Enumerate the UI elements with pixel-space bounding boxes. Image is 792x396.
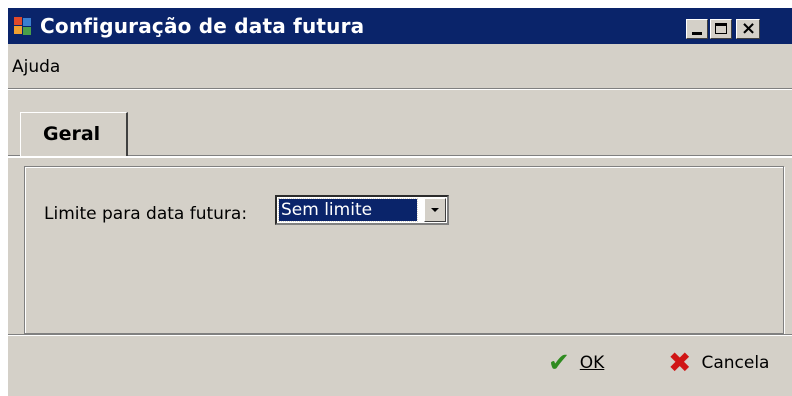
- cancel-button[interactable]: ✖ Cancela: [668, 345, 769, 381]
- close-button[interactable]: ×: [736, 19, 760, 39]
- minimize-button[interactable]: [686, 19, 708, 39]
- cancel-label: Cancela: [701, 353, 770, 373]
- dropdown-button[interactable]: [424, 198, 446, 222]
- window-title: Configuração de data futura: [40, 14, 365, 38]
- title-bar[interactable]: Configuração de data futura ×: [8, 8, 792, 44]
- maximize-icon: [715, 23, 727, 34]
- tab-panel: [24, 166, 784, 334]
- limit-select-value: Sem limite: [278, 198, 418, 222]
- dialog-window: Configuração de data futura × Ajuda Gera…: [8, 8, 792, 396]
- ok-label: OK: [579, 353, 605, 373]
- app-icon: [14, 17, 34, 37]
- menu-item-ajuda[interactable]: Ajuda: [12, 57, 60, 77]
- chevron-down-icon: [431, 208, 439, 212]
- tab-label: Geral: [43, 123, 101, 145]
- ok-button[interactable]: ✔ OK: [548, 345, 604, 381]
- limit-label: Limite para data futura:: [44, 204, 248, 224]
- x-icon: ✖: [668, 346, 692, 379]
- limit-select[interactable]: Sem limite: [275, 195, 449, 225]
- check-icon: ✔: [548, 348, 570, 378]
- tab-geral[interactable]: Geral: [20, 112, 128, 156]
- maximize-button[interactable]: [710, 19, 732, 39]
- footer-divider: [8, 334, 792, 335]
- minimize-icon: [692, 32, 702, 35]
- menu-bar: Ajuda: [8, 44, 792, 89]
- close-icon: ×: [741, 18, 757, 39]
